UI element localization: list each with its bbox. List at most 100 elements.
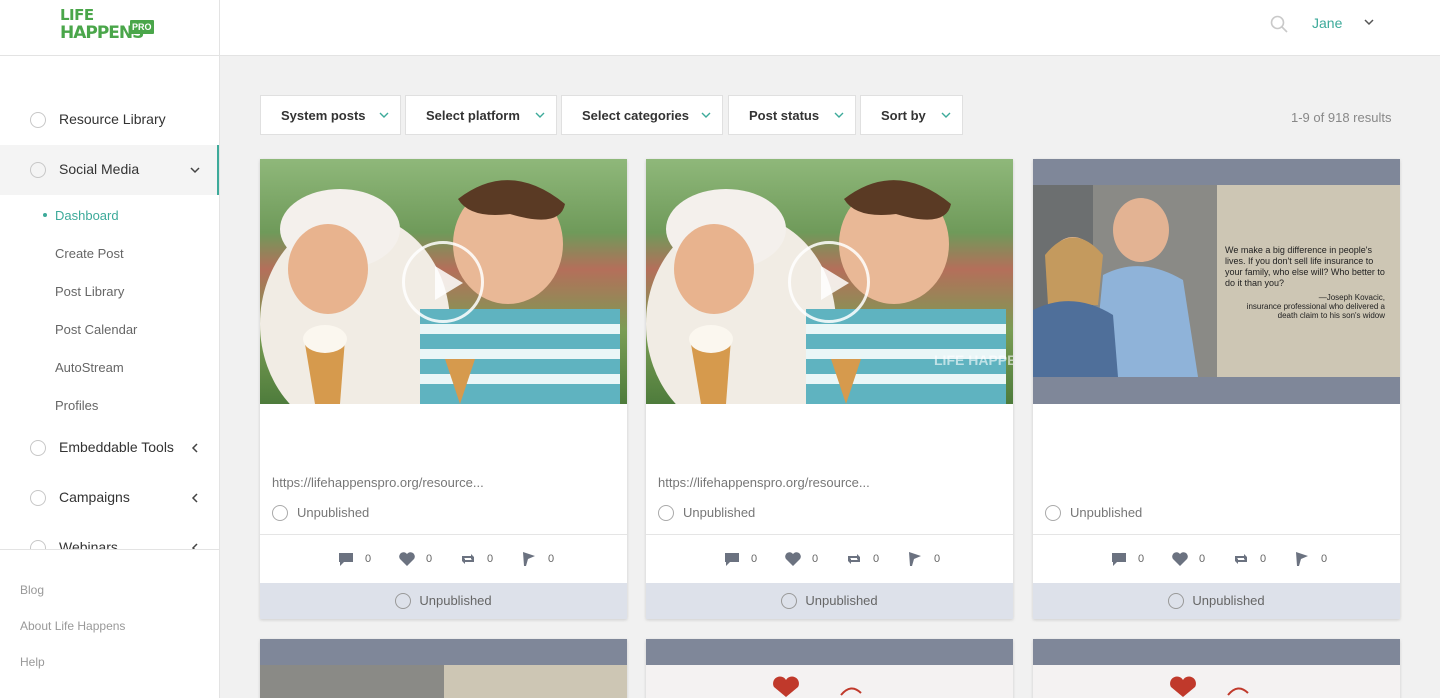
heart-icon — [1172, 552, 1188, 566]
comment-icon — [1112, 553, 1126, 566]
sidebar-item-embeddable-tools[interactable]: Embeddable Tools — [0, 423, 219, 473]
categories-select[interactable]: Select categories — [561, 95, 723, 135]
post-card[interactable]: We make a big difference in people's liv… — [1033, 159, 1400, 619]
heart-graphic — [773, 676, 862, 697]
post-stats: 0 0 0 0 — [1033, 535, 1400, 583]
post-url-link[interactable]: https://lifehappenspro.org/resource... — [658, 475, 870, 490]
card-media-band — [260, 639, 627, 665]
post-image[interactable]: We make a big difference in people's liv… — [1033, 159, 1400, 404]
system-posts-select[interactable]: System posts — [260, 95, 401, 135]
flag-icon — [1296, 552, 1308, 566]
sidebar-subitem-dashboard[interactable]: Dashboard — [55, 208, 119, 223]
logo-line1: LIFE — [60, 6, 94, 24]
filter-label: Sort by — [881, 108, 926, 123]
active-dot-icon — [43, 213, 47, 217]
sidebar-item-label: Campaigns — [59, 489, 130, 505]
post-video-thumbnail[interactable]: LIFE HAPPENS — [646, 159, 1013, 404]
sidebar-item-social-media[interactable]: Social Media — [0, 145, 219, 195]
footer-link-help[interactable]: Help — [20, 655, 45, 669]
footer-status-text: Unpublished — [419, 593, 492, 608]
card-status-footer: Unpublished — [260, 583, 627, 619]
post-url-link[interactable]: https://lifehappenspro.org/resource... — [272, 475, 484, 490]
comment-icon — [725, 553, 739, 566]
quote-attribution-name: —Joseph Kovacic, — [1318, 293, 1385, 302]
flag-icon — [909, 552, 921, 566]
filter-label: Select categories — [582, 108, 689, 123]
footer-link-about[interactable]: About Life Happens — [20, 619, 125, 633]
post-card[interactable]: https://lifehappenspro.org/resource... U… — [260, 159, 627, 619]
post-status-select[interactable]: Post status — [728, 95, 856, 135]
heart-icon — [399, 552, 415, 566]
sidebar-item-label: Webinars — [59, 539, 118, 549]
watermark-text: LIFE HAPPENS — [934, 352, 1013, 368]
platform-select[interactable]: Select platform — [405, 95, 557, 135]
footer-status-text: Unpublished — [805, 593, 878, 608]
top-bar: LIFE HAPPENS PRO Jane — [0, 0, 1440, 56]
heart-graphic — [1170, 676, 1249, 697]
sidebar-item-webinars[interactable]: Webinars — [0, 523, 219, 549]
comments-count: 0 — [365, 553, 372, 565]
sidebar: Resource Library Social Media Dashboard … — [0, 56, 220, 698]
sidebar-item-campaigns[interactable]: Campaigns — [0, 473, 219, 523]
footer-link-blog[interactable]: Blog — [20, 583, 44, 597]
chevron-down-icon — [190, 167, 200, 174]
chevron-down-icon[interactable] — [1362, 15, 1376, 29]
status-text: Unpublished — [297, 505, 370, 520]
share-status-icon — [272, 505, 288, 521]
post-video-thumbnail[interactable] — [260, 159, 627, 404]
filter-label: Select platform — [426, 108, 520, 123]
post-image — [646, 665, 1013, 698]
card-status-footer: Unpublished — [646, 583, 1013, 619]
user-menu-name[interactable]: Jane — [1312, 15, 1342, 31]
post-card[interactable] — [646, 639, 1013, 698]
status-text: Unpublished — [683, 505, 756, 520]
retweet-icon — [848, 554, 860, 564]
sidebar-subitem-autostream[interactable]: AutoStream — [55, 360, 124, 375]
sidebar-item-label: Embeddable Tools — [59, 439, 174, 455]
chevron-down-icon — [535, 112, 545, 118]
share-status-icon — [1045, 505, 1061, 521]
share-status-icon — [1168, 593, 1185, 609]
play-icon[interactable] — [788, 241, 870, 323]
footer-status-text: Unpublished — [1192, 593, 1265, 608]
brand-logo[interactable]: LIFE HAPPENS PRO — [60, 8, 160, 46]
retweet-icon — [1235, 554, 1247, 564]
sidebar-footer: Blog About Life Happens Help — [0, 549, 219, 698]
sort-by-select[interactable]: Sort by — [860, 95, 963, 135]
chevron-down-icon — [379, 112, 389, 118]
sidebar-subitem-post-library[interactable]: Post Library — [55, 284, 124, 299]
post-stats: 0 0 0 0 — [260, 535, 627, 583]
search-icon[interactable] — [1269, 14, 1289, 34]
post-status: Unpublished — [658, 505, 755, 521]
sidebar-subitem-create-post[interactable]: Create Post — [55, 246, 124, 261]
sidebar-item-resource-library[interactable]: Resource Library — [0, 95, 219, 145]
photo-area — [260, 665, 444, 698]
status-text: Unpublished — [1070, 505, 1143, 520]
post-image — [260, 665, 627, 698]
quote-attribution-desc: insurance professional who delivered a d… — [1246, 302, 1385, 320]
chevron-left-icon — [191, 543, 198, 549]
post-card[interactable] — [260, 639, 627, 698]
sidebar-item-label: Resource Library — [59, 111, 166, 127]
flags-count: 0 — [934, 553, 941, 565]
logo-badge: PRO — [130, 20, 154, 34]
post-card[interactable] — [1033, 639, 1400, 698]
filter-label: System posts — [281, 108, 366, 123]
heart-icon — [785, 552, 801, 566]
sidebar-subitem-post-calendar[interactable]: Post Calendar — [55, 322, 137, 337]
card-status-footer: Unpublished — [1033, 583, 1400, 619]
results-count: 1-9 of 918 results — [1291, 110, 1392, 125]
flags-count: 0 — [548, 553, 555, 565]
sidebar-subitem-profiles[interactable]: Profiles — [55, 398, 98, 413]
likes-count: 0 — [1199, 553, 1206, 565]
post-card[interactable]: LIFE HAPPENS https://lifehappenspro.org/… — [646, 159, 1013, 619]
sidebar-item-label: Social Media — [59, 161, 140, 177]
post-image — [1033, 665, 1400, 698]
share-status-icon — [781, 593, 798, 609]
likes-count: 0 — [426, 553, 433, 565]
quote-text-block: We make a big difference in people's liv… — [1225, 245, 1385, 320]
play-icon[interactable] — [402, 241, 484, 323]
share-status-icon — [658, 505, 674, 521]
post-stats: 0 0 0 0 — [646, 535, 1013, 583]
share-status-icon — [395, 593, 412, 609]
